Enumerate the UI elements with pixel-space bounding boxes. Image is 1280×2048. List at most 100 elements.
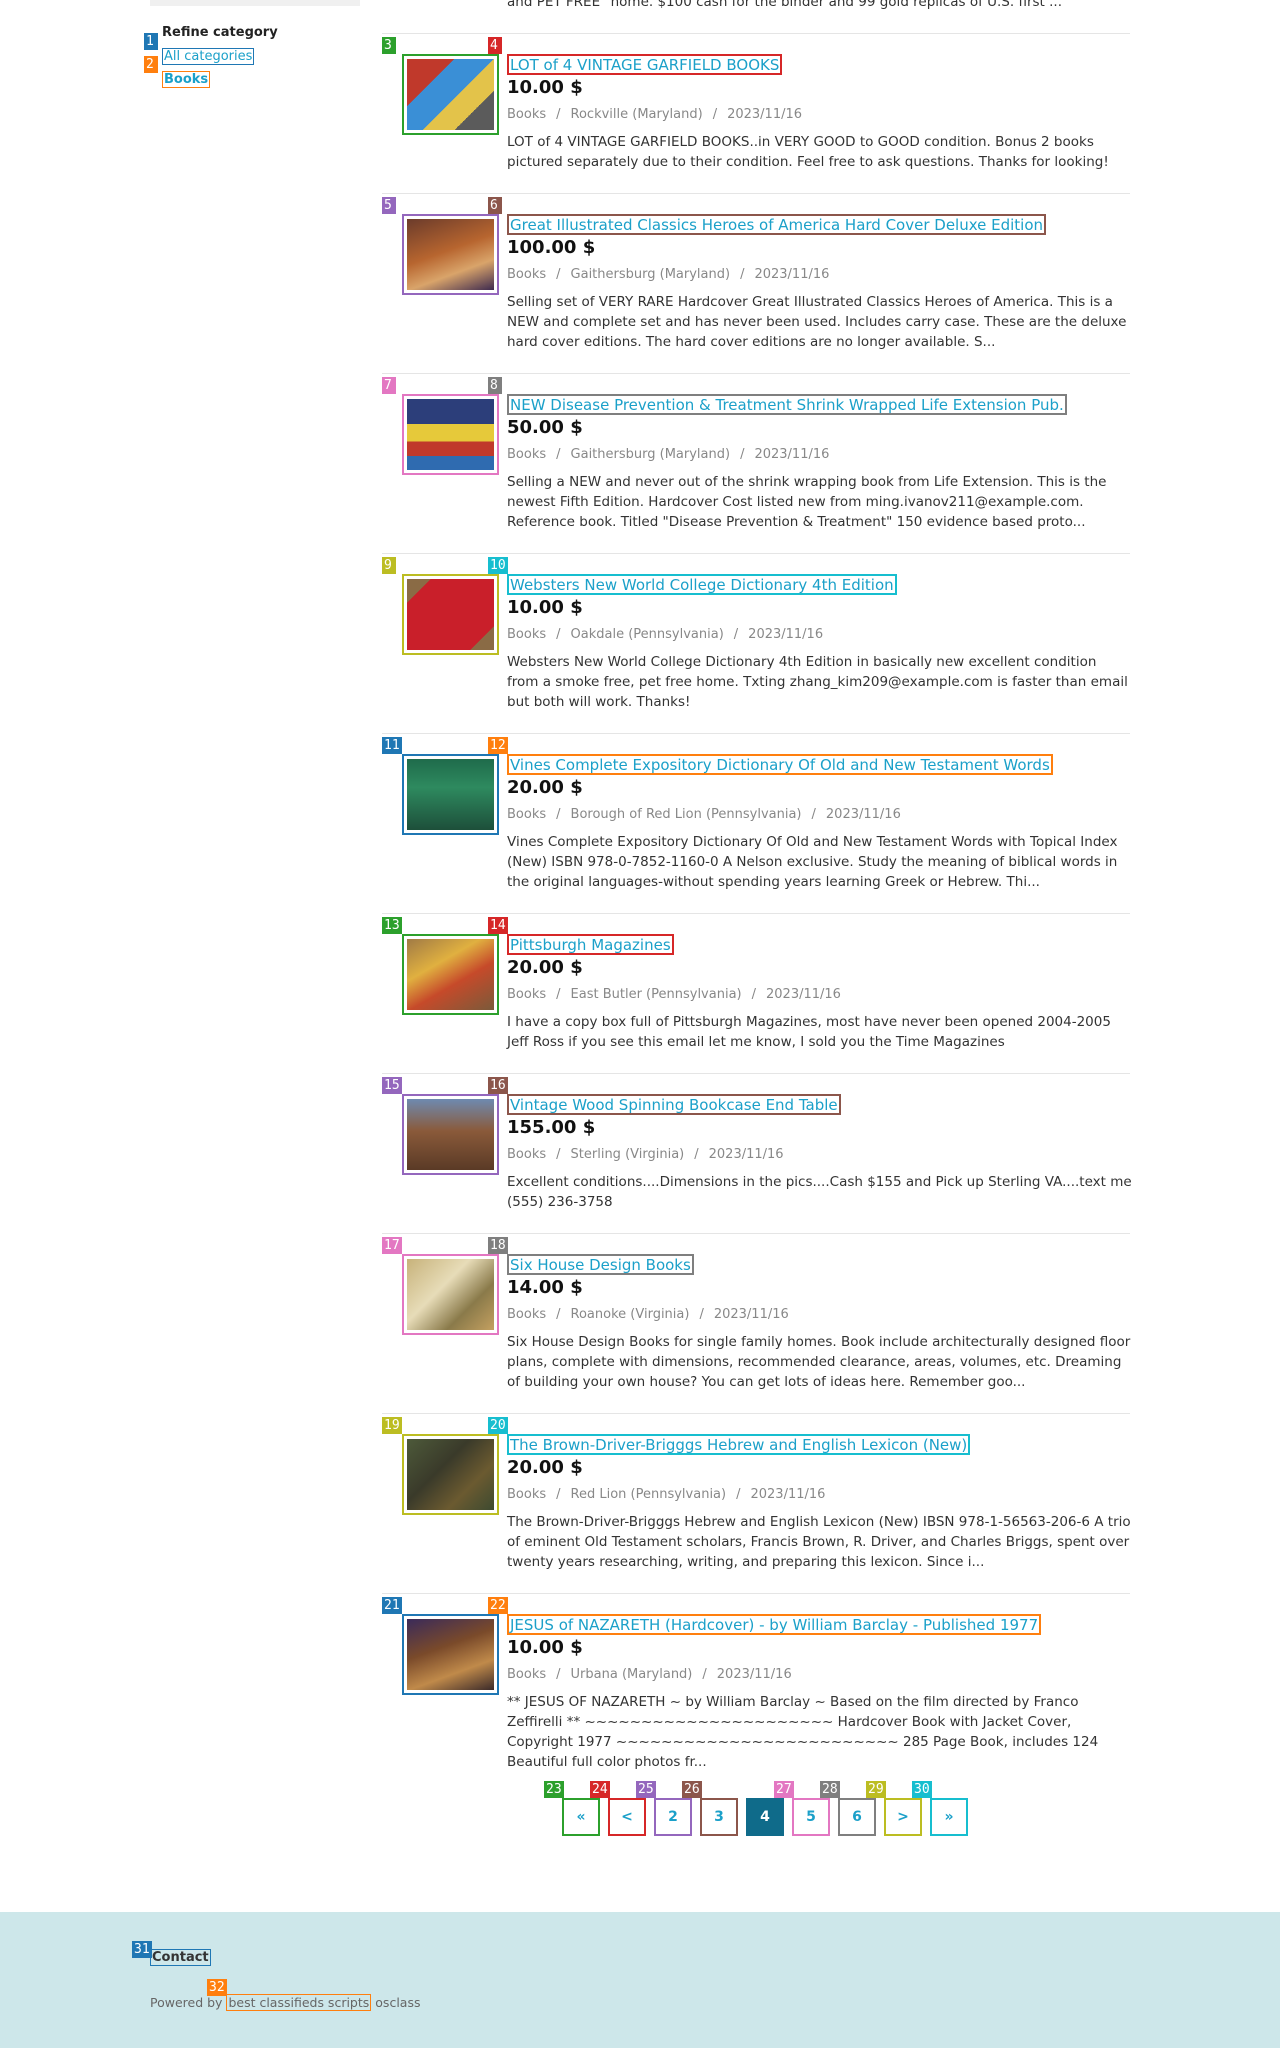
pagination-button[interactable]: 5: [792, 1798, 830, 1836]
listing-thumbnail[interactable]: [402, 1094, 499, 1175]
marker-badge: 12: [488, 737, 508, 754]
listing-category: Books: [507, 627, 547, 642]
listing-date: 2023/11/16: [716, 1667, 792, 1682]
listing-location: Roanoke (Virginia): [570, 1307, 690, 1322]
contact-link[interactable]: Contact: [150, 1949, 211, 1966]
listing-thumbnail[interactable]: [402, 754, 499, 835]
listing-location: Borough of Red Lion (Pennsylvania): [570, 807, 802, 822]
listing-meta: Books / Borough of Red Lion (Pennsylvania)…: [507, 807, 901, 822]
pagination-button[interactable]: 3: [700, 1798, 738, 1836]
listing-price: 20.00 $: [507, 957, 583, 978]
pagination-current-page[interactable]: 4: [746, 1798, 784, 1836]
listing-title-link[interactable]: JESUS of NAZARETH (Hardcover) - by Willi…: [507, 1614, 1042, 1635]
previous-listing-description-fragment: and PET FREE" home. $100 cash for the bi…: [507, 0, 1062, 10]
listing-thumbnail[interactable]: [402, 574, 499, 655]
listing-title-link[interactable]: Great Illustrated Classics Heroes of Ame…: [507, 214, 1047, 235]
listing-description: Vines Complete Expository Dictionary Of …: [507, 834, 1118, 890]
listing-meta: Books / Gaithersburg (Maryland)/2023/11/16: [507, 267, 830, 282]
powered-prefix: Powered by: [150, 1995, 223, 2010]
marker-badge: 19: [382, 1417, 402, 1434]
powered-by-text: Powered by best classifieds scripts oscl…: [150, 1994, 421, 2011]
category-link-books[interactable]: Books: [162, 71, 211, 88]
pagination-button[interactable]: 6: [838, 1798, 876, 1836]
listing-price: 10.00 $: [507, 77, 583, 98]
listing-location: Gaithersburg (Maryland): [570, 447, 731, 462]
marker-badge: 7: [382, 377, 396, 394]
marker-badge: 24: [590, 1781, 610, 1798]
marker-badge: 17: [382, 1237, 402, 1254]
listing-category: Books: [507, 267, 547, 282]
listing-divider: [382, 1233, 1130, 1234]
footer: [0, 1912, 1280, 2048]
marker-badge: 15: [382, 1077, 402, 1094]
pagination-button[interactable]: >: [884, 1798, 922, 1836]
pagination-button[interactable]: »: [930, 1798, 968, 1836]
listing-description: LOT of 4 VINTAGE GARFIELD BOOKS..in VERY…: [507, 134, 1109, 170]
marker-badge: 21: [382, 1597, 402, 1614]
marker-badge: 11: [382, 737, 402, 754]
marker-badge: 8: [488, 377, 502, 394]
listing-thumbnail[interactable]: [402, 1254, 499, 1335]
listing-date: 2023/11/16: [713, 1307, 789, 1322]
listing-thumbnail[interactable]: [402, 1614, 499, 1695]
marker-badge: 22: [488, 1597, 508, 1614]
book-photo: [407, 1099, 494, 1170]
best-classifieds-scripts-link[interactable]: best classifieds scripts: [226, 1994, 372, 2011]
category-link-all[interactable]: All categories: [162, 48, 255, 65]
listing-title-link[interactable]: LOT of 4 VINTAGE GARFIELD BOOKS: [507, 54, 783, 75]
marker-badge: 18: [488, 1237, 508, 1254]
listing-description: Websters New World College Dictionary 4t…: [507, 654, 1128, 710]
marker-badge: 13: [382, 917, 402, 934]
listing-meta: Books / Urbana (Maryland)/2023/11/16: [507, 1667, 792, 1682]
marker-badge: 4: [488, 37, 502, 54]
listing-date: 2023/11/16: [825, 807, 901, 822]
listing-title-link[interactable]: The Brown-Driver-Brigggs Hebrew and Engl…: [507, 1434, 971, 1455]
pagination-button[interactable]: «: [562, 1798, 600, 1836]
listing-title-link[interactable]: Six House Design Books: [507, 1254, 694, 1275]
listing-price: 50.00 $: [507, 417, 583, 438]
marker-badge: 31: [132, 1941, 152, 1958]
listing-thumbnail[interactable]: [402, 214, 499, 295]
listing-description: Selling set of VERY RARE Hardcover Great…: [507, 294, 1127, 350]
listing-thumbnail[interactable]: [402, 934, 499, 1015]
marker-badge: 29: [866, 1781, 886, 1798]
listing-price: 14.00 $: [507, 1277, 583, 1298]
listing-thumbnail[interactable]: [402, 1434, 499, 1515]
pagination-button[interactable]: 2: [654, 1798, 692, 1836]
listing-title-link[interactable]: Vintage Wood Spinning Bookcase End Table: [507, 1094, 841, 1115]
powered-suffix: osclass: [375, 1995, 421, 2010]
listing-title-link[interactable]: Pittsburgh Magazines: [507, 934, 674, 955]
pagination-button[interactable]: <: [608, 1798, 646, 1836]
listing-meta: Books / Sterling (Virginia)/2023/11/16: [507, 1147, 784, 1162]
listing-divider: [382, 733, 1130, 734]
marker-badge: 2: [144, 56, 158, 73]
listing-thumbnail[interactable]: [402, 394, 499, 475]
listing-divider: [382, 33, 1130, 34]
listing-title-link[interactable]: NEW Disease Prevention & Treatment Shrin…: [507, 394, 1067, 415]
book-photo: [407, 1259, 494, 1330]
marker-badge: 9: [382, 557, 396, 574]
book-photo: [407, 399, 494, 470]
listing-location: Oakdale (Pennsylvania): [570, 627, 724, 642]
listing-divider: [382, 553, 1130, 554]
listing-category: Books: [507, 1487, 547, 1502]
listing-price: 20.00 $: [507, 777, 583, 798]
listing-date: 2023/11/16: [750, 1487, 826, 1502]
listing-divider: [382, 1073, 1130, 1074]
listing-description: Excellent conditions....Dimensions in th…: [507, 1174, 1132, 1210]
listing-category: Books: [507, 1667, 547, 1682]
listing-meta: Books / Oakdale (Pennsylvania)/2023/11/16: [507, 627, 824, 642]
listing-title-link[interactable]: Websters New World College Dictionary 4t…: [507, 574, 897, 595]
listing-price: 100.00 $: [507, 237, 596, 258]
book-photo: [407, 1619, 494, 1690]
listing-price: 20.00 $: [507, 1457, 583, 1478]
listing-category: Books: [507, 807, 547, 822]
listing-description: The Brown-Driver-Brigggs Hebrew and Engl…: [507, 1514, 1131, 1570]
listing-description: Six House Design Books for single family…: [507, 1334, 1131, 1390]
listing-price: 10.00 $: [507, 1637, 583, 1658]
listing-title-link[interactable]: Vines Complete Expository Dictionary Of …: [507, 754, 1053, 775]
marker-badge: 14: [488, 917, 508, 934]
marker-badge: 16: [488, 1077, 508, 1094]
refine-category-heading: Refine category: [162, 25, 278, 40]
listing-thumbnail[interactable]: [402, 54, 499, 135]
